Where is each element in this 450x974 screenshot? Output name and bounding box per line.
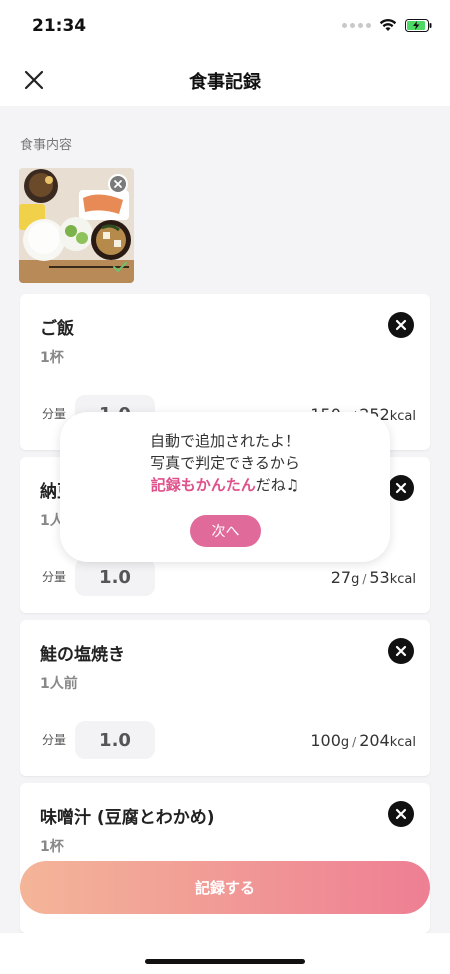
record-button[interactable]: 記録する — [20, 861, 430, 914]
next-button[interactable]: 次へ — [190, 515, 261, 547]
section-label: 食事内容 — [20, 138, 73, 153]
meal-photo[interactable] — [19, 168, 134, 283]
remove-food-button[interactable] — [388, 312, 414, 338]
wifi-icon — [379, 18, 397, 32]
status-icons — [342, 18, 432, 32]
quantity-input[interactable] — [75, 558, 155, 596]
popup-line-1: 自動で追加されたよ！ — [149, 432, 300, 450]
food-card: 鮭の塩焼き 1人前 分量 100g/204kcal — [20, 620, 430, 776]
food-unit: 1杯 — [40, 839, 64, 855]
quantity-label: 分量 — [42, 407, 67, 421]
nutrition-info: 27g/53kcal — [330, 568, 416, 587]
quantity-label: 分量 — [42, 570, 67, 584]
battery-charging-icon — [405, 18, 432, 32]
status-bar: 21:34 — [0, 0, 450, 56]
food-name: 鮭の塩焼き — [40, 645, 125, 665]
nutrition-info: 100g/204kcal — [310, 731, 416, 750]
remove-food-button[interactable] — [388, 801, 414, 827]
popup-line-3-rest: だね♫ — [255, 476, 300, 494]
header: 食事記録 — [0, 56, 450, 106]
close-icon — [395, 482, 407, 494]
close-icon — [395, 645, 407, 657]
food-name: ご飯 — [40, 319, 74, 339]
signal-icon — [342, 22, 371, 28]
quantity-label: 分量 — [42, 733, 67, 747]
close-icon — [395, 808, 407, 820]
close-icon — [114, 180, 122, 188]
food-name: 味噌汁 (豆腐とわかめ) — [40, 808, 215, 828]
quantity-input[interactable] — [75, 721, 155, 759]
popup-highlight: 記録もかんたん — [150, 476, 256, 494]
remove-food-button[interactable] — [388, 638, 414, 664]
check-icon — [112, 258, 128, 277]
popup-line-3: 記録もかんたんだね♫ — [60, 474, 390, 495]
popup-line-2: 写真で判定できるから — [150, 454, 300, 472]
food-unit: 1杯 — [40, 350, 64, 366]
home-indicator — [145, 959, 305, 964]
photo-remove-button[interactable] — [108, 174, 128, 194]
tutorial-popup: 自動で追加されたよ！ 写真で判定できるから 記録もかんたんだね♫ 次へ — [60, 412, 390, 562]
status-time: 21:34 — [32, 16, 87, 36]
close-icon — [395, 319, 407, 331]
bottom-bar — [0, 933, 450, 974]
page-title: 食事記録 — [189, 72, 261, 93]
food-unit: 1人前 — [40, 676, 78, 692]
remove-food-button[interactable] — [388, 475, 414, 501]
